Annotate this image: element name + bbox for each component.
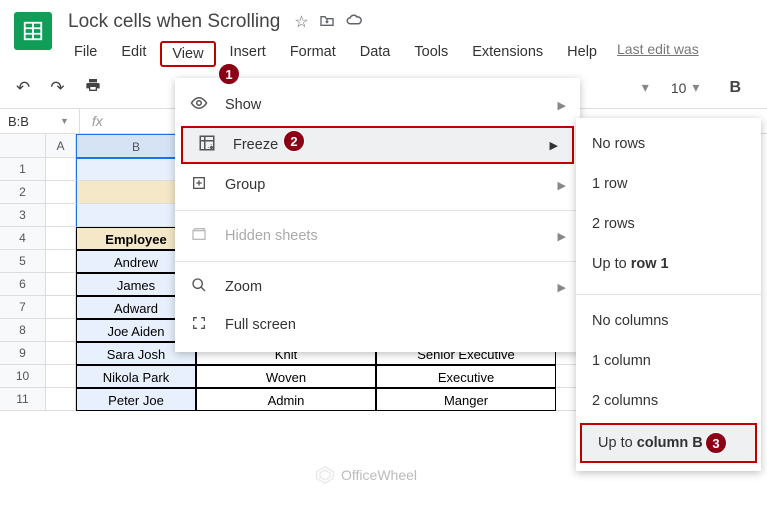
freeze-1-row[interactable]: 1 row: [576, 166, 761, 206]
cell[interactable]: [46, 204, 76, 227]
last-edit-link[interactable]: Last edit was: [617, 19, 699, 57]
sheets-logo: [14, 12, 52, 50]
bold-button[interactable]: B: [723, 77, 747, 99]
row-header[interactable]: 1: [0, 158, 46, 181]
group-icon: [189, 175, 209, 195]
undo-icon[interactable]: ↶: [10, 74, 36, 102]
row-header[interactable]: 10: [0, 365, 46, 388]
menu-tools[interactable]: Tools: [404, 41, 458, 67]
freeze-no-columns[interactable]: No columns: [576, 303, 761, 343]
freeze-icon: [197, 134, 217, 156]
menu-show[interactable]: Show ▶: [175, 86, 580, 124]
font-size-arrow[interactable]: ▾: [692, 79, 699, 96]
menubar: File Edit View Insert Format Data Tools …: [64, 41, 607, 67]
chevron-right-icon: ▶: [558, 99, 566, 112]
app-bar: Lock cells when Scrolling ☆ File Edit Vi…: [0, 0, 767, 67]
row-header[interactable]: 4: [0, 227, 46, 250]
chevron-right-icon: ▶: [558, 179, 566, 192]
font-dropdown-arrow[interactable]: ▾: [642, 79, 649, 96]
menu-separator: [175, 261, 580, 262]
cell[interactable]: Executive: [376, 365, 556, 388]
cell[interactable]: Manger: [376, 388, 556, 411]
freeze-2-rows[interactable]: 2 rows: [576, 206, 761, 246]
hidden-sheets-icon: [189, 227, 209, 245]
freeze-submenu: No rows 1 row 2 rows Up to row 1 No colu…: [576, 118, 761, 471]
menu-zoom-label: Zoom: [225, 279, 262, 295]
cell[interactable]: Peter Joe: [76, 388, 196, 411]
eye-icon: [189, 94, 209, 116]
menu-data[interactable]: Data: [350, 41, 401, 67]
watermark: OfficeWheel: [315, 465, 417, 485]
star-icon[interactable]: ☆: [294, 12, 308, 32]
title-area: Lock cells when Scrolling ☆ File Edit Vi…: [64, 8, 607, 67]
font-size-value[interactable]: 10: [671, 80, 687, 96]
menu-separator: [175, 210, 580, 211]
chevron-right-icon: ▶: [558, 281, 566, 294]
cell[interactable]: Nikola Park: [76, 365, 196, 388]
menu-help[interactable]: Help: [557, 41, 607, 67]
menu-view[interactable]: View: [160, 41, 215, 67]
row-header[interactable]: 3: [0, 204, 46, 227]
redo-icon[interactable]: ↷: [44, 74, 70, 102]
freeze-2-columns[interactable]: 2 columns: [576, 383, 761, 423]
freeze-1-column[interactable]: 1 column: [576, 343, 761, 383]
menu-file[interactable]: File: [64, 41, 107, 67]
col-header-a[interactable]: A: [46, 134, 76, 158]
cloud-icon[interactable]: [345, 13, 363, 32]
chevron-right-icon: ▶: [558, 230, 566, 243]
row-header[interactable]: 11: [0, 388, 46, 411]
cell[interactable]: [46, 273, 76, 296]
move-icon[interactable]: [319, 13, 335, 32]
chevron-right-icon: ▶: [550, 139, 558, 152]
row-header[interactable]: 2: [0, 181, 46, 204]
menu-format[interactable]: Format: [280, 41, 346, 67]
row-header[interactable]: 8: [0, 319, 46, 342]
name-box[interactable]: B:B: [0, 111, 60, 132]
menu-group-label: Group: [225, 177, 265, 193]
badge-2: 2: [283, 130, 305, 152]
cell[interactable]: [46, 227, 76, 250]
cell[interactable]: [46, 158, 76, 181]
zoom-icon: [189, 277, 209, 297]
cell[interactable]: [46, 388, 76, 411]
doc-title[interactable]: Lock cells when Scrolling: [64, 8, 284, 36]
menu-hidden-label: Hidden sheets: [225, 228, 318, 244]
view-dropdown-menu: Show ▶ Freeze ▶ Group ▶ Hidden sheets ▶ …: [175, 78, 580, 352]
menu-fullscreen[interactable]: Full screen: [175, 306, 580, 344]
menu-fullscreen-label: Full screen: [225, 317, 296, 333]
freeze-no-rows[interactable]: No rows: [576, 126, 761, 166]
freeze-up-to-column[interactable]: Up to column B: [580, 423, 757, 463]
menu-show-label: Show: [225, 97, 261, 113]
cell[interactable]: Woven: [196, 365, 376, 388]
print-icon[interactable]: [79, 73, 107, 102]
menu-freeze[interactable]: Freeze ▶: [181, 126, 574, 164]
badge-1: 1: [218, 63, 240, 85]
fullscreen-icon: [189, 315, 209, 335]
badge-3: 3: [705, 432, 727, 454]
cell[interactable]: [46, 250, 76, 273]
row-header[interactable]: 7: [0, 296, 46, 319]
menu-hidden-sheets: Hidden sheets ▶: [175, 217, 580, 255]
menu-extensions[interactable]: Extensions: [462, 41, 553, 67]
name-box-arrow[interactable]: ▼: [60, 116, 79, 126]
menu-group[interactable]: Group ▶: [175, 166, 580, 204]
cell[interactable]: [46, 319, 76, 342]
select-all-corner[interactable]: [0, 134, 46, 158]
freeze-up-to-row[interactable]: Up to row 1: [576, 246, 761, 286]
row-header[interactable]: 9: [0, 342, 46, 365]
cell[interactable]: [46, 365, 76, 388]
menu-edit[interactable]: Edit: [111, 41, 156, 67]
cell[interactable]: [46, 342, 76, 365]
row-header[interactable]: 6: [0, 273, 46, 296]
menu-separator: [576, 294, 761, 295]
row-header[interactable]: 5: [0, 250, 46, 273]
menu-zoom[interactable]: Zoom ▶: [175, 268, 580, 306]
cell[interactable]: [46, 181, 76, 204]
menu-freeze-label: Freeze: [233, 137, 278, 153]
cell[interactable]: Admin: [196, 388, 376, 411]
fx-label: fx: [80, 113, 115, 129]
cell[interactable]: [46, 296, 76, 319]
